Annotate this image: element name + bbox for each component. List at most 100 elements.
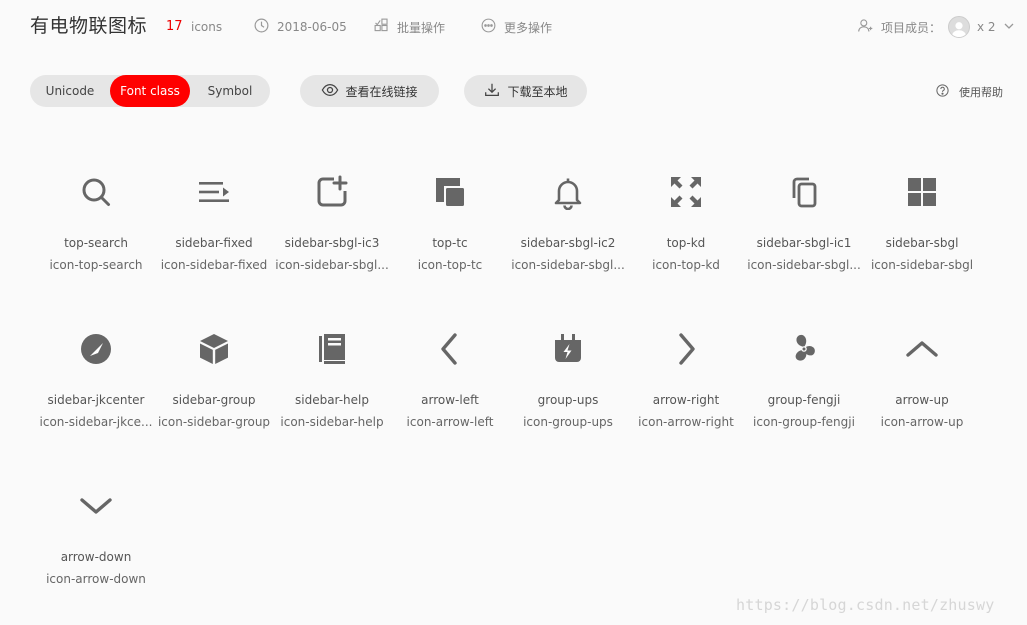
help-icon [935,83,950,101]
fan-icon [786,331,822,367]
icon-class: icon-sidebar-help [280,415,384,429]
icon-card[interactable]: sidebar-sbgl icon-sidebar-sbgl [863,160,981,300]
icon-card[interactable]: sidebar-help icon-sidebar-help [273,317,391,457]
icon-card[interactable]: arrow-down icon-arrow-down [37,474,155,614]
icon-class: icon-sidebar-sbgl... [747,258,861,272]
member-icon [857,17,874,37]
icon-card[interactable]: arrow-left icon-arrow-left [391,317,509,457]
icon-class: icon-group-ups [523,415,613,429]
icon-class: icon-sidebar-group [157,415,271,429]
grid-icon [904,174,940,210]
expand-icon [668,174,704,210]
avatar-icon [948,16,971,38]
icon-class: icon-sidebar-jkce... [39,415,153,429]
download-button[interactable]: 下载至本地 [464,75,587,107]
icon-name: sidebar-group [172,393,256,407]
members-count: x 2 [977,20,996,34]
icon-card[interactable]: sidebar-sbgl-ic3 icon-sidebar-sbgl... [273,160,391,300]
view-online-link-button[interactable]: 查看在线链接 [300,75,439,107]
icon-class: icon-sidebar-sbgl... [511,258,625,272]
search-icon [78,174,114,210]
icon-name: arrow-left [421,393,479,407]
batch-icon [373,17,390,37]
view-online-link-label: 查看在线链接 [345,84,418,99]
icon-name: arrow-right [652,393,720,407]
arrow-down-icon [78,488,114,524]
icon-card[interactable]: top-kd icon-top-kd [627,160,745,300]
project-date-text: 2018-06-05 [277,20,347,34]
more-operation-label: 更多操作 [504,20,553,35]
more-operation-button[interactable]: 更多操作 [480,18,552,36]
icon-card[interactable]: top-tc icon-top-tc [391,160,509,300]
batch-operation-button[interactable]: 批量操作 [373,18,445,36]
copy-icon [786,174,822,210]
ups-icon [550,331,586,367]
overlay-icon [432,174,468,210]
project-title: 有电物联图标 [30,15,148,37]
icon-name: arrow-up [895,393,949,407]
icon-name: sidebar-sbgl-ic2 [520,236,616,250]
icon-card[interactable]: sidebar-sbgl-ic2 icon-sidebar-sbgl... [509,160,627,300]
chevron-down-icon[interactable] [1003,20,1015,35]
book-icon [314,331,350,367]
format-tab-group: Unicode Font class Symbol [30,75,270,107]
add-device-icon [314,174,350,210]
icon-class: icon-sidebar-fixed [160,258,268,272]
batch-operation-label: 批量操作 [397,20,446,35]
download-label: 下载至本地 [507,84,568,99]
icon-name: sidebar-fixed [175,236,253,250]
icon-class: icon-sidebar-sbgl [870,258,974,272]
tab-unicode[interactable]: Unicode [36,75,104,107]
icon-class: icon-top-tc [417,258,483,272]
members-label: 项目成员： [881,20,942,35]
icon-class: icon-group-fengji [753,415,855,429]
bell-icon [550,174,586,211]
clock-icon [253,17,270,37]
icon-card[interactable]: group-fengji icon-group-fengji [745,317,863,457]
icon-card[interactable]: sidebar-group icon-sidebar-group [155,317,273,457]
gauge-icon [78,331,114,367]
icon-name: sidebar-sbgl [885,236,959,250]
icon-name: sidebar-jkcenter [47,393,145,407]
icon-card[interactable]: top-search icon-top-search [37,160,155,300]
icon-name: arrow-down [60,550,132,564]
icon-card[interactable]: sidebar-sbgl-ic1 icon-sidebar-sbgl... [745,160,863,300]
more-icon [480,17,497,37]
icon-card[interactable]: sidebar-jkcenter icon-sidebar-jkce... [37,317,155,457]
icon-card[interactable]: arrow-right icon-arrow-right [627,317,745,457]
project-members[interactable]: 项目成员： x 2 [857,16,1015,38]
icon-name: sidebar-sbgl-ic1 [756,236,852,250]
help-link[interactable]: 使用帮助 [935,84,1003,100]
icon-card[interactable]: group-ups icon-group-ups [509,317,627,457]
eye-icon [321,81,339,102]
icon-card[interactable]: sidebar-fixed icon-sidebar-fixed [155,160,273,300]
icon-class: icon-top-search [49,258,143,272]
icon-count-unit: icons [191,20,223,34]
arrow-left-icon [432,331,468,367]
arrow-up-icon [904,331,940,367]
icon-card[interactable]: arrow-up icon-arrow-up [863,317,981,457]
tab-font-class[interactable]: Font class [110,75,190,107]
project-date: 2018-06-05 [253,18,347,36]
icon-class: icon-sidebar-sbgl... [275,258,389,272]
help-label: 使用帮助 [959,86,1003,99]
icon-class: icon-arrow-right [638,415,734,429]
icon-class: icon-arrow-left [406,415,494,429]
download-icon [483,81,501,102]
icon-name: group-ups [537,393,599,407]
icon-count: 17 [166,19,183,34]
cube-icon [196,331,232,367]
icon-name: top-tc [432,236,468,250]
arrow-right-icon [668,331,704,367]
watermark: https://blog.csdn.net/zhuswy [736,596,995,614]
icon-class: icon-arrow-down [46,572,146,586]
icon-name: top-kd [666,236,706,250]
project-header: 有电物联图标 17 icons 2018-06-05 批量操作 更多操作 项目成… [0,0,1027,54]
icon-name: sidebar-help [295,393,369,407]
icon-name: sidebar-sbgl-ic3 [284,236,380,250]
tab-symbol[interactable]: Symbol [196,75,264,107]
icon-name: group-fengji [767,393,841,407]
icon-name: top-search [64,236,128,250]
icon-class: icon-top-kd [652,258,720,272]
icon-class: icon-arrow-up [880,415,964,429]
